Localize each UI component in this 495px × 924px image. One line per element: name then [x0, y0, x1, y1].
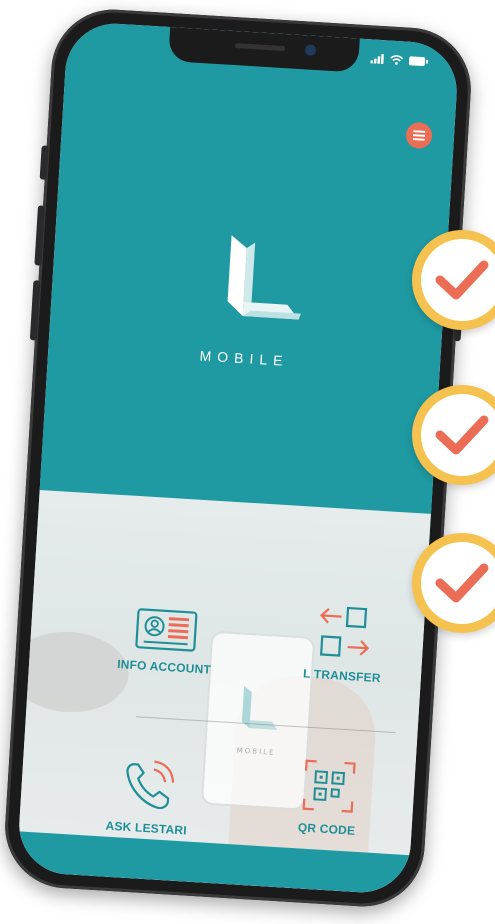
wifi-icon [390, 55, 404, 65]
background-logo-icon [241, 685, 278, 730]
id-card-icon [135, 608, 198, 652]
qr-code-button[interactable]: QR CODE [251, 754, 405, 841]
ask-lestari-button[interactable]: ASK LESTARI [71, 753, 225, 840]
stage: MOBILE MOBILE INFO ACCOUNT L TRANSFER AS… [0, 0, 495, 924]
phone-call-icon [126, 760, 175, 810]
hamburger-menu-icon [412, 130, 426, 141]
l-transfer-button[interactable]: L TRANSFER [267, 600, 421, 687]
phone-screen: MOBILE MOBILE INFO ACCOUNT L TRANSFER AS… [16, 20, 460, 896]
info-account-button[interactable]: INFO ACCOUNT [89, 603, 243, 678]
battery-icon [408, 56, 429, 67]
checkmark-icon [435, 563, 489, 603]
speaker-grille [235, 43, 286, 52]
transfer-arrows-icon [319, 606, 370, 657]
checkmark-icon [435, 415, 489, 455]
front-camera [304, 44, 317, 56]
app-logo-icon [227, 235, 301, 320]
checkmark-icon [435, 260, 489, 300]
phone-device: MOBILE MOBILE INFO ACCOUNT L TRANSFER AS… [1, 6, 475, 910]
signal-icon [370, 54, 384, 65]
qr-scan-icon [302, 759, 356, 813]
